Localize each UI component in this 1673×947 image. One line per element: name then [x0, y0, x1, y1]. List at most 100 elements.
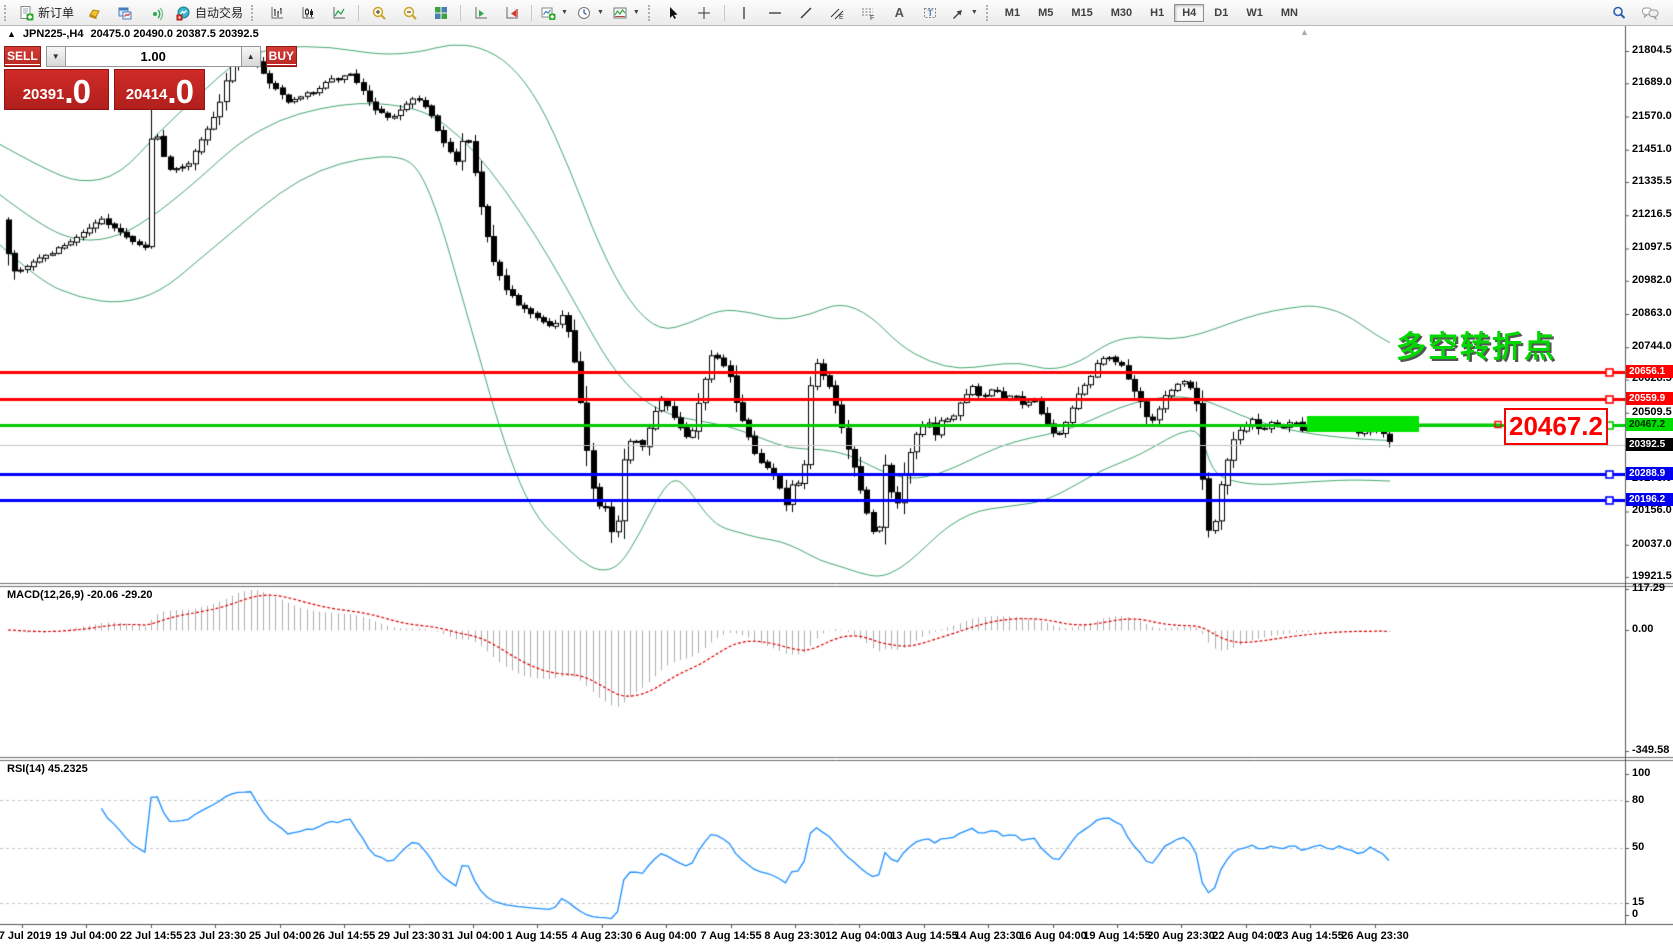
time-axis-label: 31 Jul 04:00: [442, 930, 504, 942]
timeframe-h1-button[interactable]: H1: [1142, 4, 1172, 22]
volume-decrease-button[interactable]: ▼: [46, 46, 66, 67]
new-chart-button[interactable]: ▼: [536, 1, 572, 24]
price-tick-label: 21335.5: [1632, 175, 1672, 187]
cursor-icon: [665, 5, 681, 21]
scroll-position-marker: ▲: [1300, 27, 1309, 37]
timeframe-mn-button[interactable]: MN: [1273, 4, 1306, 22]
fibonacci-icon: F: [860, 5, 876, 21]
time-axis-label: 22 Aug 04:00: [1212, 930, 1279, 942]
volume-increase-button[interactable]: ▲: [241, 46, 261, 67]
timeframe-m30-button[interactable]: M30: [1103, 4, 1140, 22]
rsi-axis-label: 15: [1632, 896, 1644, 908]
price-tick-label: 20037.0: [1632, 538, 1672, 550]
buy-button[interactable]: BUY: [266, 46, 297, 67]
bar-chart-button[interactable]: [261, 1, 292, 24]
dropdown-caret: ▼: [971, 9, 978, 16]
zoom-out-button[interactable]: [394, 1, 425, 24]
time-axis-label: 19 Aug 14:55: [1083, 930, 1150, 942]
collapse-marker-icon[interactable]: ▲: [7, 29, 16, 39]
bid-price-pips: .0: [64, 75, 90, 108]
buy-button-label: BUY: [267, 49, 296, 65]
autotrading-button[interactable]: 自动交易: [171, 1, 247, 24]
hline-tool-button[interactable]: [760, 1, 791, 24]
chart-shift-button[interactable]: [496, 1, 527, 24]
bid-price: 20391: [23, 82, 65, 108]
candle-chart-button[interactable]: [292, 1, 323, 24]
candle-chart-icon: [300, 5, 316, 21]
zoom-out-icon: [402, 5, 418, 21]
rsi-axis-label: 80: [1632, 794, 1644, 806]
time-axis-label: 6 Aug 04:00: [635, 930, 696, 942]
price-tick-label: 20156.0: [1632, 504, 1672, 516]
new-order-icon: [18, 5, 34, 21]
crosshair-tool-button[interactable]: [689, 1, 720, 24]
market-watch-button[interactable]: [109, 1, 140, 24]
time-axis-label: 4 Aug 23:30: [571, 930, 632, 942]
price-tick-label: 21804.5: [1632, 44, 1672, 56]
bid-price-box[interactable]: 20391.0: [4, 69, 109, 110]
signal-button[interactable]: [140, 1, 171, 24]
trendline-tool-button[interactable]: [791, 1, 822, 24]
channel-tool-button[interactable]: E: [822, 1, 853, 24]
main-toolbar: 新订单 自动交易: [0, 0, 1673, 26]
cursor-tool-button[interactable]: [658, 1, 689, 24]
timeframe-m15-button[interactable]: M15: [1063, 4, 1100, 22]
gold-button[interactable]: [78, 1, 109, 24]
arrows-tool-button[interactable]: ▼: [946, 1, 982, 24]
vline-tool-button[interactable]: [729, 1, 760, 24]
time-axis-label: 17 Jul 2019: [0, 930, 51, 942]
chat-button[interactable]: [1634, 1, 1665, 24]
template-button[interactable]: ▼: [608, 1, 644, 24]
time-axis-label: 20 Aug 23:30: [1147, 930, 1214, 942]
timeframe-w1-button[interactable]: W1: [1238, 4, 1271, 22]
macd-indicator-label: MACD(12,26,9) -20.06 -29.20: [7, 589, 153, 601]
line-chart-button[interactable]: [323, 1, 354, 24]
trendline-icon: [798, 5, 814, 21]
time-axis-label: 13 Aug 14:55: [890, 930, 957, 942]
sell-button[interactable]: SELL: [4, 46, 41, 67]
time-axis-label: 25 Jul 04:00: [249, 930, 311, 942]
dropdown-caret: ▼: [597, 9, 604, 16]
timeframe-d1-button[interactable]: D1: [1206, 4, 1236, 22]
autotrading-label: 自动交易: [195, 4, 243, 21]
symbol-period-label: JPN225-,H4: [23, 28, 84, 40]
signal-icon: [148, 5, 164, 21]
time-axis-label: 23 Jul 23:30: [184, 930, 246, 942]
chart-area[interactable]: [0, 0, 1673, 947]
dropdown-caret: ▼: [561, 9, 568, 16]
tile-windows-button[interactable]: [425, 1, 456, 24]
price-tick-label: 20744.0: [1632, 340, 1672, 352]
new-order-button[interactable]: 新订单: [14, 1, 78, 24]
price-line-tag: 20656.1: [1626, 365, 1673, 378]
channel-icon: E: [829, 5, 845, 21]
time-axis-label: 23 Aug 14:55: [1276, 930, 1343, 942]
auto-scroll-button[interactable]: [465, 1, 496, 24]
price-tick-label: 19921.5: [1632, 570, 1672, 582]
text-tool-button[interactable]: A: [884, 1, 915, 24]
toolbar-separator: [724, 5, 725, 21]
fibonacci-tool-button[interactable]: F: [853, 1, 884, 24]
volume-input[interactable]: [66, 46, 241, 67]
ask-price-box[interactable]: 20414.0: [114, 69, 205, 110]
price-callout-annotation[interactable]: 20467.2: [1504, 408, 1608, 445]
turning-point-annotation[interactable]: 多空转折点: [1396, 322, 1556, 366]
price-tick-label: 21451.0: [1632, 143, 1672, 155]
horizontal-line-icon: [767, 5, 783, 21]
timeframe-m1-button[interactable]: M1: [997, 4, 1028, 22]
period-button[interactable]: ▼: [572, 1, 608, 24]
price-tick-label: 21216.5: [1632, 208, 1672, 220]
price-tick-label: 20509.5: [1632, 406, 1672, 418]
chart-title-bar: ▲ JPN225-,H4 20475.0 20490.0 20387.5 203…: [7, 28, 259, 40]
zoom-in-button[interactable]: [363, 1, 394, 24]
text-label-tool-button[interactable]: T: [915, 1, 946, 24]
timeframe-h4-button[interactable]: H4: [1174, 4, 1204, 22]
line-chart-icon: [331, 5, 347, 21]
auto-scroll-icon: [473, 5, 489, 21]
chat-icon: [1641, 5, 1659, 21]
search-button[interactable]: [1603, 1, 1634, 24]
chart-shift-icon: [504, 5, 520, 21]
macd-axis-label: -349.58: [1632, 744, 1669, 756]
current-price-tag: 20392.5: [1626, 438, 1673, 451]
price-tick-label: 21097.5: [1632, 241, 1672, 253]
timeframe-m5-button[interactable]: M5: [1030, 4, 1061, 22]
